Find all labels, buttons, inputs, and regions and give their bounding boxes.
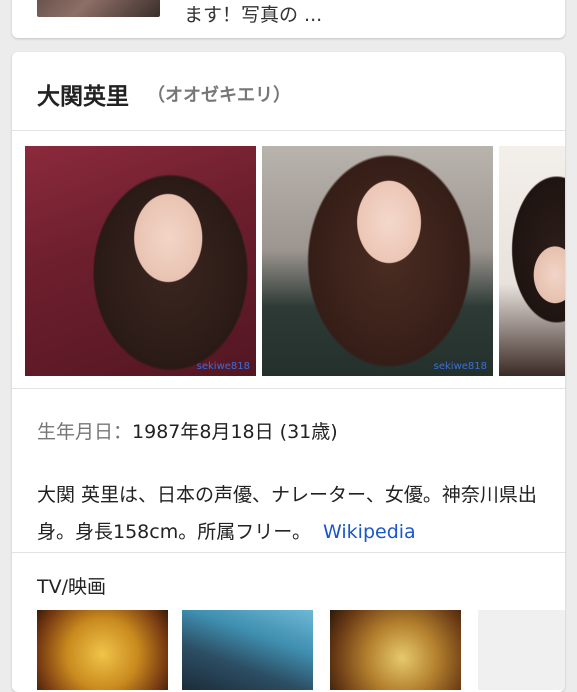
knowledge-panel-header: 大関英里 （オオゼキエリ） [12,52,565,131]
entity-description: 大関 英里は、日本の声優、ナレーター、女優。神奈川県出身。身長158cm。所属フ… [37,477,547,551]
entity-photo[interactable] [499,146,565,376]
tv-section-title: TV/映画 [37,576,107,598]
description-text: 大関 英里は、日本の声優、ナレーター、女優。神奈川県出身。身長158cm。所属フ… [37,484,537,543]
born-value: 1987年8月18日 (31歳) [132,421,338,443]
previous-result-snippet: ます！写真の ... [184,4,323,26]
born-row: 生年月日：1987年8月18日 (31歳) [37,417,338,444]
image-carousel[interactable]: sekiwe818 sekiwe818 [12,131,565,389]
previous-result-thumbnail[interactable] [37,0,160,17]
photo-watermark: sekiwe818 [196,361,250,372]
entity-photo[interactable]: sekiwe818 [262,146,493,376]
entity-reading: （オオゼキエリ） [147,85,291,106]
entity-photo[interactable]: sekiwe818 [25,146,256,376]
previous-result-card[interactable]: ます！写真の ... [12,0,565,38]
photo-watermark: sekiwe818 [433,361,487,372]
knowledge-panel: 大関英里 （オオゼキエリ） sekiwe818 sekiwe818 生年月日：1… [12,52,565,692]
tv-title-thumbnail[interactable] [330,610,461,690]
born-label: 生年月日： [37,421,133,443]
tv-title-thumbnail[interactable] [478,610,565,690]
tv-title-thumbnail[interactable] [37,610,168,690]
entity-name: 大関英里 [37,84,129,110]
tv-title-thumbnail[interactable] [182,610,313,690]
section-divider [12,552,565,553]
wikipedia-link[interactable]: Wikipedia [323,521,416,543]
